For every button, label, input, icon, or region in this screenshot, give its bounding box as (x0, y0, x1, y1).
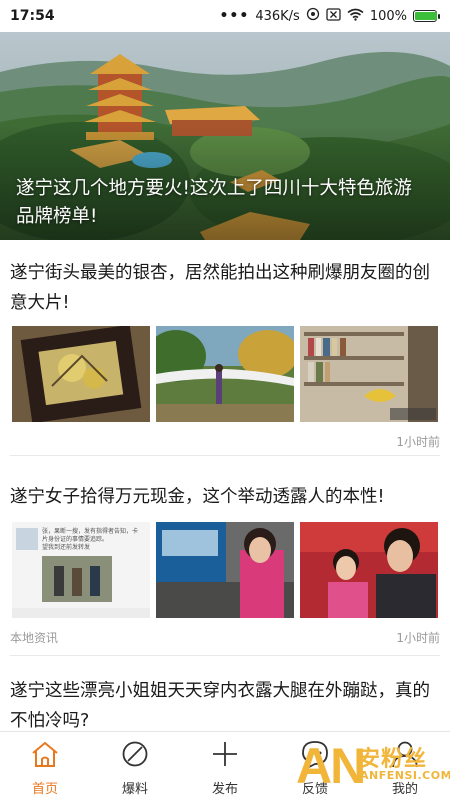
thumbnail-chat-screenshot: 张，果断一搜，发有指得者告知，卡 片身份证的事情要追踪。 望我到还前发转发 (12, 522, 150, 618)
thumbnail-woman-and-child (300, 522, 438, 618)
article-title: 遂宁这些漂亮小姐姐天天穿内衣露大腿在外蹦跶，真的不怕冷吗? (10, 681, 430, 731)
bottom-navigation: 首页 爆料 发布 反馈 我的 (0, 731, 450, 800)
chat-bubble-icon (300, 740, 330, 772)
status-bar: 17:54 ••• 436K/s 100% (0, 0, 450, 32)
article-card-ginkgo[interactable]: 遂宁街头最美的银杏，居然能拍出这种刷爆朋友圈的创意大片! 1小时前 (0, 240, 450, 456)
thumbnail-ginkgo-frame (12, 326, 150, 422)
more-notifications-icon: ••• (219, 8, 250, 24)
thumbnail-woman-with-bus (156, 522, 294, 618)
status-icons: ••• 436K/s 100% (219, 7, 440, 25)
compass-icon (120, 740, 150, 772)
battery-percent: 100% (369, 8, 407, 24)
no-sim-icon (326, 7, 341, 25)
nav-label: 发布 (211, 782, 238, 797)
nav-label: 我的 (391, 782, 418, 797)
article-card-fashion[interactable]: 遂宁这些漂亮小姐姐天天穿内衣露大腿在外蹦跶，真的不怕冷吗? (0, 656, 450, 731)
article-thumbnails (12, 326, 438, 422)
hotspot-icon (306, 7, 320, 25)
nav-feedback[interactable]: 反馈 (270, 732, 360, 800)
battery-charging-icon (413, 10, 440, 22)
nav-label: 反馈 (301, 782, 328, 797)
nav-home[interactable]: 首页 (0, 732, 90, 800)
nav-report[interactable]: 爆料 (90, 732, 180, 800)
article-title: 遂宁女子拾得万元现金，这个举动透露人的本性! (10, 487, 385, 507)
article-thumbnails: 张，果断一搜，发有指得者告知，卡 片身份证的事情要追踪。 望我到还前发转发 (12, 522, 438, 618)
wifi-icon (347, 8, 364, 25)
nav-label: 爆料 (121, 782, 148, 797)
nav-publish[interactable]: 发布 (180, 732, 270, 800)
thumbnail-ginkgo-books (300, 326, 438, 422)
user-icon (390, 740, 420, 772)
article-source: 本地资讯 (10, 631, 59, 645)
article-title: 遂宁街头最美的银杏，居然能拍出这种刷爆朋友圈的创意大片! (10, 263, 430, 313)
home-icon (30, 740, 60, 772)
thumbnail-ginkgo-avenue (156, 326, 294, 422)
nav-label: 首页 (31, 782, 58, 797)
hero-title: 遂宁这几个地方要火!这次上了四川十大特色旅游品牌榜单! (16, 178, 412, 227)
plus-icon (210, 740, 240, 772)
article-card-cash[interactable]: 遂宁女子拾得万元现金，这个举动透露人的本性! 张，果断一搜，发有指得者告知，卡 … (0, 456, 450, 656)
article-time: 1小时前 (396, 435, 440, 449)
nav-profile[interactable]: 我的 (360, 732, 450, 800)
network-speed: 436K/s (255, 8, 300, 24)
status-time: 17:54 (10, 8, 55, 24)
article-time: 1小时前 (396, 631, 440, 645)
hero-banner[interactable]: 遂宁这几个地方要火!这次上了四川十大特色旅游品牌榜单! (0, 32, 450, 240)
